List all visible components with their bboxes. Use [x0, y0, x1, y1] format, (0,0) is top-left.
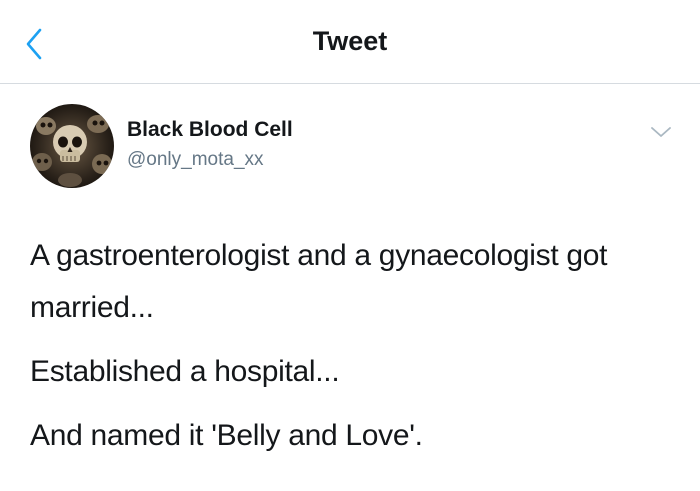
author-handle[interactable]: @only_mota_xx — [127, 149, 264, 171]
tweet-menu-button[interactable] — [648, 122, 674, 142]
top-bar: Tweet — [0, 0, 700, 84]
author-name[interactable]: Black Blood Cell — [127, 118, 293, 142]
chevron-down-icon — [651, 127, 671, 137]
tweet-paragraph: Established a hospital... — [30, 355, 340, 388]
tweet-paragraph: A gastroenterologist and a gynaecologist… — [30, 239, 608, 324]
tweet-paragraph: And named it 'Belly and Love'. — [30, 419, 423, 452]
tweet-text: A gastroenterologist and a gynaecologist… — [30, 230, 680, 474]
page-title: Tweet — [312, 26, 388, 56]
skull-avatar-image — [30, 104, 114, 188]
avatar[interactable] — [30, 104, 114, 188]
